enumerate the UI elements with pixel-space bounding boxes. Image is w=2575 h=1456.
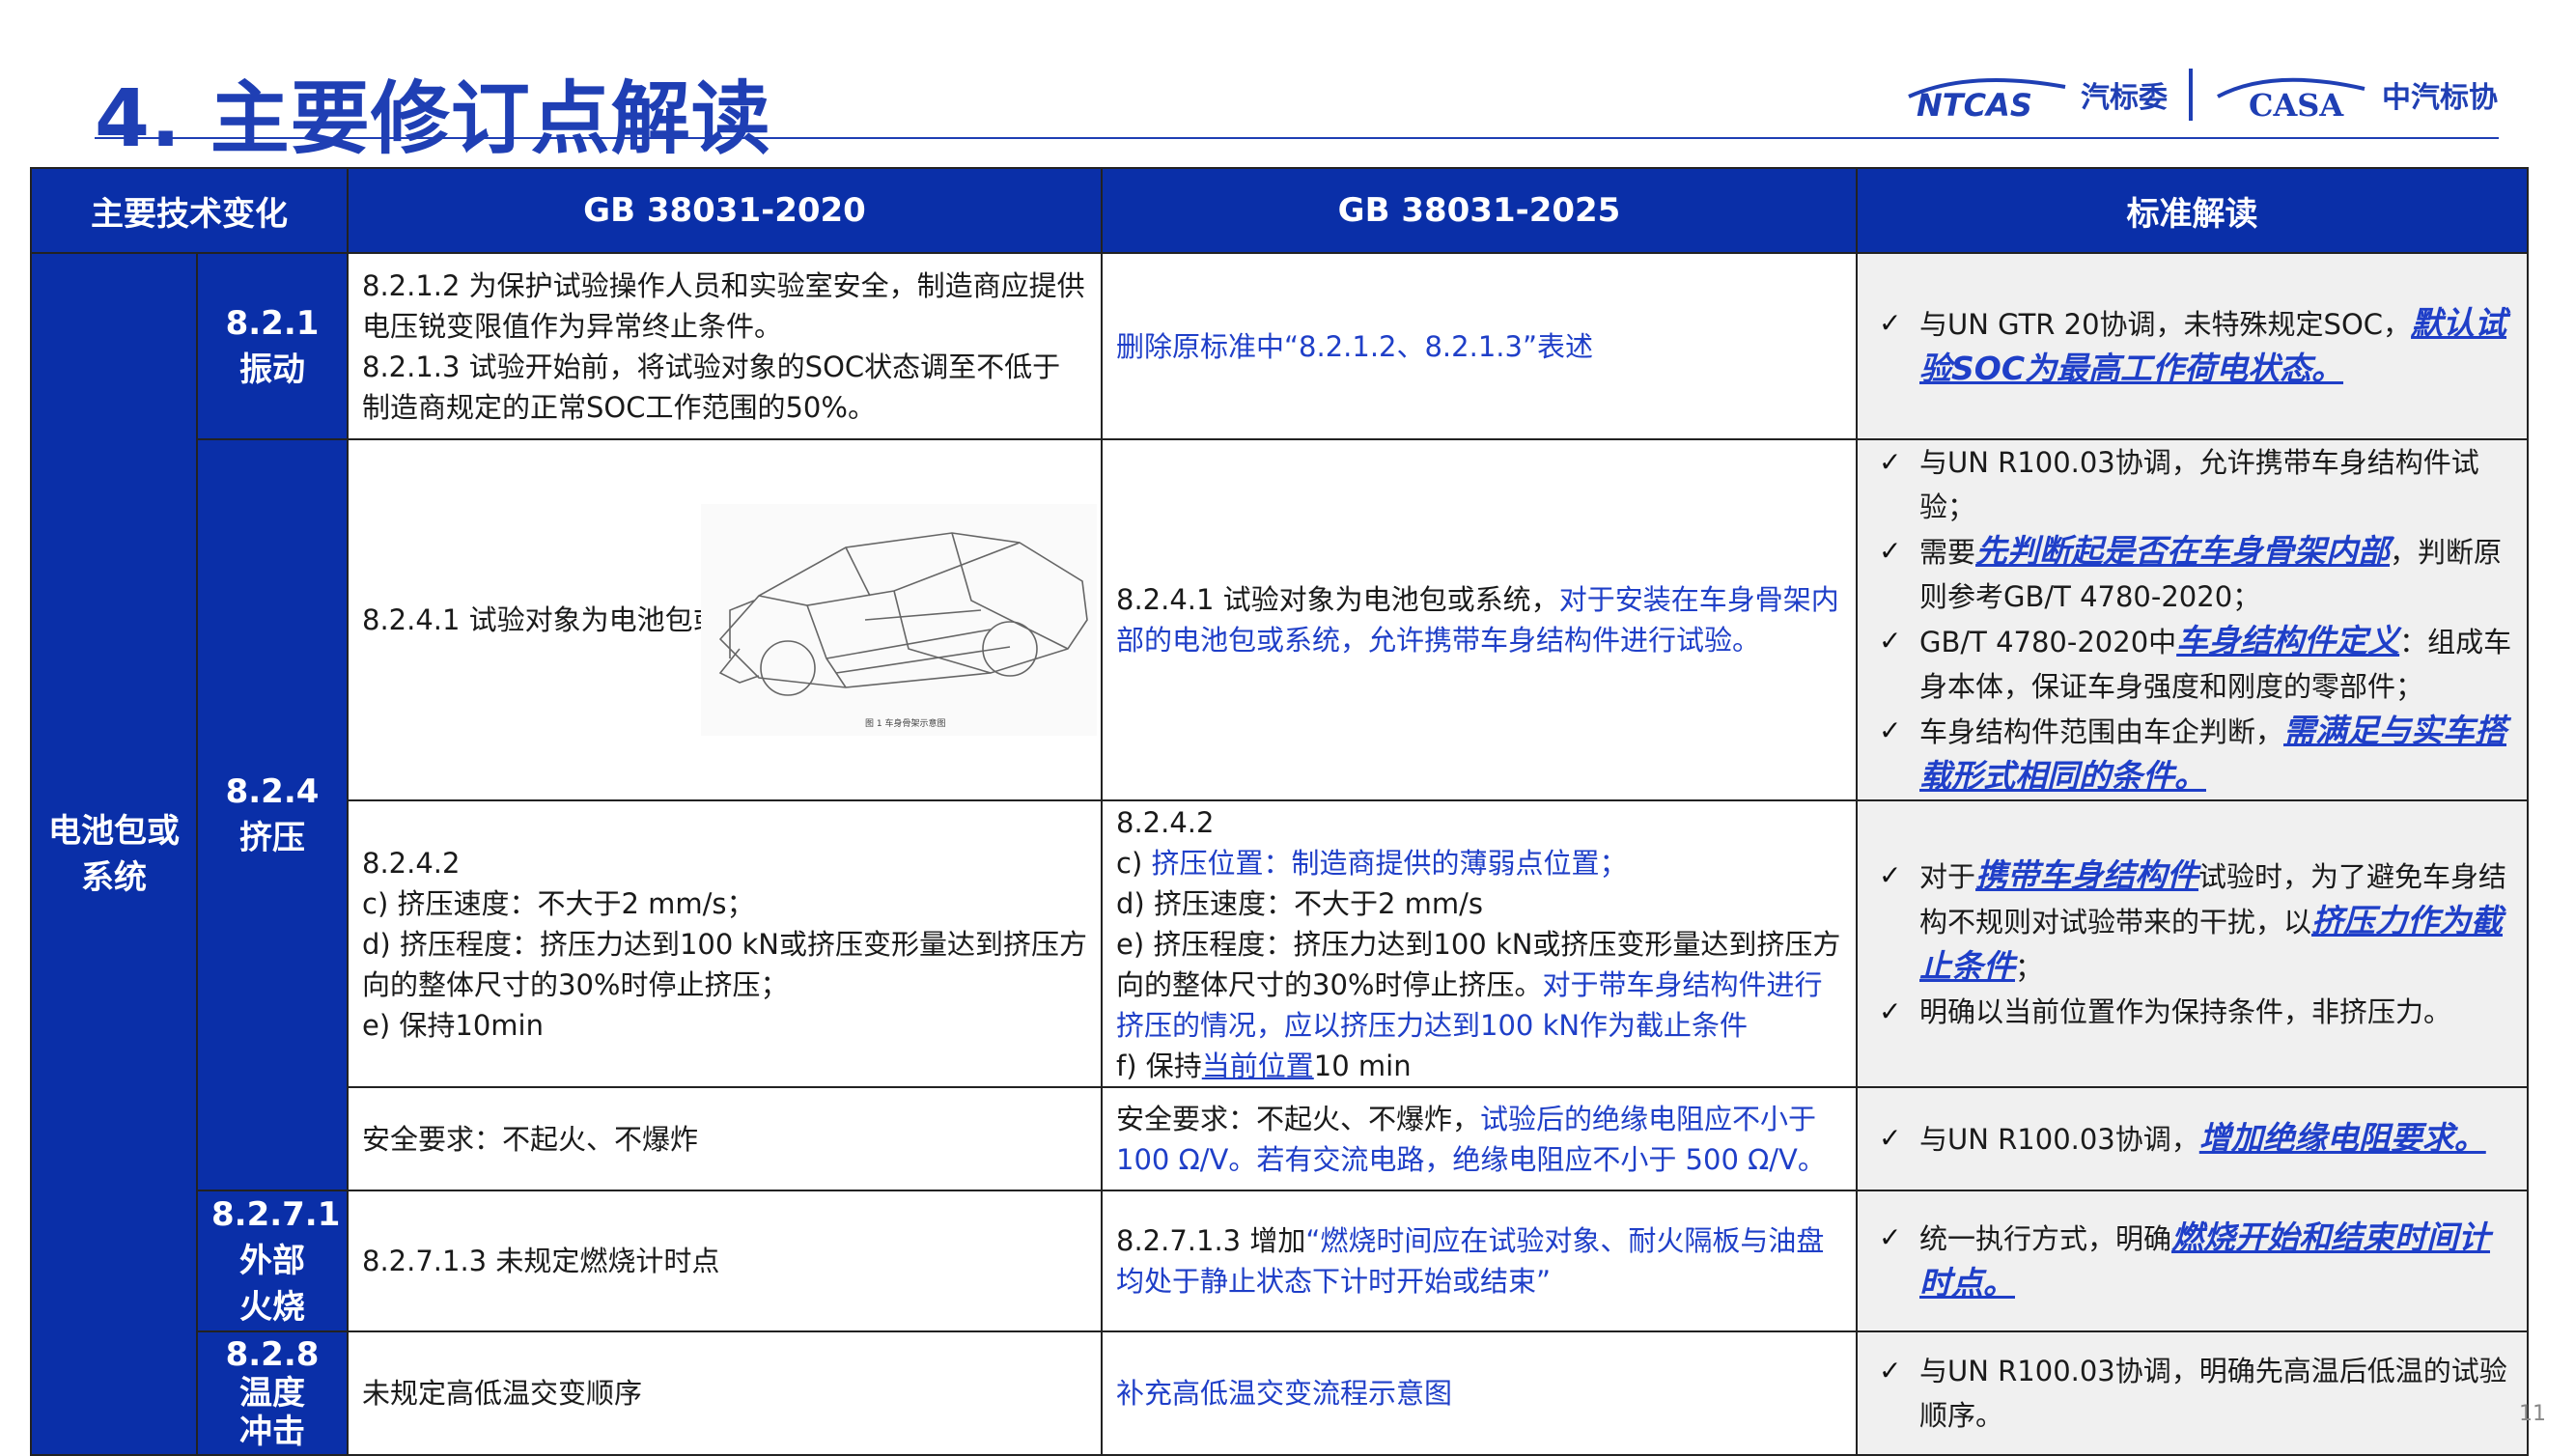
logo-divider [2189,69,2193,121]
new-text: 10 min [1313,1049,1412,1082]
new-text: 安全要求：不起火、不爆炸， [1116,1102,1481,1135]
old-text: 8.2.1.3 试验开始前，将试验对象的SOC状态调至不低于制造商规定的正常SO… [362,350,1061,424]
interp-item: 车身结构件范围由车企判断，需满足与实车搭载形式相同的条件。 [1879,709,2513,799]
section-crush: 8.2.4 挤压 [196,438,349,1191]
interp-text: 需要 [1919,536,1976,569]
table-header-row: 主要技术变化 GB 38031-2020 GB 38031-2025 标准解读 [30,167,2529,254]
header-tech-change: 主要技术变化 [30,167,349,254]
casa-logo: CASA [2214,68,2368,122]
old-text: 8.2.4.2 [362,846,461,880]
category-cell: 电池包或系统 [30,252,198,1456]
new-text-highlight: 补充高低温交变流程示意图 [1116,1377,1453,1410]
ntcas-logo: NTCAS [1903,68,2067,122]
old-cell-fire: 8.2.7.1.3 未规定燃烧计时点 [347,1190,1103,1332]
interp-item: 对于携带车身结构件试验时，为了避免车身结构不规则对试验带来的干扰，以挤压力作为截… [1879,854,2513,990]
new-cell-crush-params: 8.2.4.2 c) 挤压位置：制造商提供的薄弱点位置； d) 挤压速度：不大于… [1101,799,1858,1088]
interp-emphasis: 携带车身结构件 [1975,856,2199,894]
interp-item: 与UN GTR 20协调，未特殊规定SOC，默认试验SOC为最高工作荷电状态。 [1879,301,2513,392]
table-row: 安全要求：不起火、不爆炸 安全要求：不起火、不爆炸，试验后的绝缘电阻应不小于10… [31,1086,2529,1191]
interp-item: 明确以当前位置作为保持条件，非挤压力。 [1879,990,2513,1034]
table-row: 电池包或系统 8.2.1 振动 8.2.1.2 为保护试验操作人员和实验室安全，… [30,252,2529,1456]
old-text: 8.2.1.2 为保护试验操作人员和实验室安全，制造商应提供电压锐变限值作为异常… [362,268,1085,343]
new-text: f) 保持 [1116,1049,1202,1082]
old-cell-thermal: 未规定高低温交变顺序 [347,1330,1103,1456]
old-text: d) 挤压程度：挤压力达到100 kN或挤压变形量达到挤压方向的整体尺寸的30%… [362,927,1087,1001]
interp-emphasis: 先判断起是否在车身骨架内部 [1975,532,2391,570]
new-line: e) 挤压程度：挤压力达到100 kN或挤压变形量达到挤压方向的整体尺寸的30%… [1116,924,1842,1046]
new-text: c) [1116,846,1152,880]
interp-cell-crush-params: 对于携带车身结构件试验时，为了避免车身结构不规则对试验带来的干扰，以挤压力作为截… [1856,799,2529,1088]
interp-text: 与UN R100.03协调，允许携带车身结构件试验； [1919,446,2479,523]
old-text: e) 保持10min [362,1008,544,1042]
interp-item: 统一执行方式，明确燃烧开始和结束时间计时点。 [1879,1216,2513,1306]
ntcas-cn-label: 汽标委 [2081,81,2168,115]
title-underline [95,137,2499,139]
interp-emphasis: 车身结构件定义 [2176,622,2400,659]
interp-item: 与UN R100.03协调，允许携带车身结构件试验； [1879,440,2513,529]
interp-cell-safety: 与UN R100.03协调，增加绝缘电阻要求。 [1856,1086,2529,1191]
table-row: 8.2.8 温度 冲击 未规定高低温交变顺序 补充高低温交变流程示意图 与UN … [31,1330,2529,1456]
ntcas-logo-icon: NTCAS [1908,77,2066,122]
new-text: 8.2.4.2 [1116,805,1215,839]
new-text-highlight: 挤压位置：制造商提供的薄弱点位置； [1151,846,1628,880]
interp-item: 需要先判断起是否在车身骨架内部，判断原则参考GB/T 4780-2020； [1879,529,2513,619]
old-cell-crush-object: 8.2.4.1 试验对象为电池包或系统。 [347,438,1103,801]
header-gb-2025: GB 38031-2025 [1101,167,1858,254]
casa-logo-icon: CASA [2217,77,2365,122]
section-vibration: 8.2.1 振动 [196,252,349,440]
new-text-highlight: 当前位置 [1201,1049,1314,1082]
table-row: 8.2.4.2 c) 挤压速度：不大于2 mm/s； d) 挤压程度：挤压力达到… [31,799,2529,1088]
interp-text: 对于 [1919,860,1976,893]
new-line: c) 挤压位置：制造商提供的薄弱点位置； [1116,843,1842,883]
interp-item: 与UN R100.03协调，增加绝缘电阻要求。 [1879,1116,2513,1162]
new-text: 8.2.7.1.3 增加 [1116,1224,1306,1257]
old-cell-safety: 安全要求：不起火、不爆炸 [347,1086,1103,1191]
casa-logo-text: CASA [2249,87,2344,122]
old-text: c) 挤压速度：不大于2 mm/s； [362,886,755,920]
new-cell-fire: 8.2.7.1.3 增加“燃烧时间应在试验对象、耐火隔板与油盘均处于静止状态下计… [1101,1190,1858,1332]
new-text: 删除原标准中“8.2.1.2、8.2.1.3”表述 [1116,329,1593,363]
interp-cell-thermal: 与UN R100.03协调，明确先高温后低温的试验顺序。 [1856,1330,2529,1456]
table-row: 8.2.4 挤压 8.2.4.1 试验对象为电池包或系统。 [31,438,2529,1191]
interp-text: ； [2015,951,2044,984]
new-cell-safety: 安全要求：不起火、不爆炸，试验后的绝缘电阻应不小于100 Ω/V。若有交流电路，… [1101,1086,1858,1191]
table-row: 8.2.7.1 外部 火烧 8.2.7.1.3 未规定燃烧计时点 8.2.7.1… [31,1190,2529,1332]
interp-cell-fire: 统一执行方式，明确燃烧开始和结束时间计时点。 [1856,1190,2529,1332]
new-text: 8.2.4.1 试验对象为电池包或系统， [1116,583,1559,616]
section-thermal-shock: 8.2.8 温度 冲击 [196,1330,349,1456]
interp-cell-vibration: 与UN GTR 20协调，未特殊规定SOC，默认试验SOC为最高工作荷电状态。 [1856,252,2529,440]
interp-cell-crush-object: 与UN R100.03协调，允许携带车身结构件试验； 需要先判断起是否在车身骨架… [1856,438,2529,801]
car-body-frame-image: 图 1 车身骨架示意图 [701,504,1097,736]
interp-text: 与UN R100.03协调，明确先高温后低温的试验顺序。 [1919,1355,2507,1432]
revision-table: 主要技术变化 GB 38031-2020 GB 38031-2025 标准解读 … [30,167,2529,1456]
figure-caption: 图 1 车身骨架示意图 [865,717,945,729]
header-gb-2020: GB 38031-2020 [347,167,1103,254]
page-title: 4. 主要修订点解读 [95,73,771,165]
interp-text: 与UN R100.03协调， [1919,1123,2199,1156]
page-number: 11 [2519,1402,2546,1426]
ntcas-logo-text: NTCAS [1917,87,2032,122]
interp-text: 与UN GTR 20协调，未特殊规定SOC， [1919,307,2412,341]
casa-cn-label: 中汽标协 [2382,81,2498,115]
new-cell-crush-object: 8.2.4.1 试验对象为电池包或系统，对于安装在车身骨架内部的电池包或系统，允… [1101,438,1858,801]
section-external-fire: 8.2.7.1 外部 火烧 [196,1190,349,1332]
logo-group: NTCAS 汽标委 CASA 中汽标协 [1903,56,2498,133]
header-interpretation: 标准解读 [1856,167,2529,254]
interp-text: 明确以当前位置作为保持条件，非挤压力。 [1919,995,2452,1028]
interp-text: GB/T 4780-2020中 [1919,626,2177,658]
new-cell-vibration: 删除原标准中“8.2.1.2、8.2.1.3”表述 [1101,252,1858,440]
new-cell-thermal: 补充高低温交变流程示意图 [1101,1330,1858,1456]
old-cell-crush-params: 8.2.4.2 c) 挤压速度：不大于2 mm/s； d) 挤压程度：挤压力达到… [347,799,1103,1088]
interp-text: 统一执行方式，明确 [1919,1222,2172,1255]
old-text: 8.2.4.1 试验对象为电池包或系统。 [362,603,701,636]
interp-item: GB/T 4780-2020中车身结构件定义：组成车身本体，保证车身强度和刚度的… [1879,619,2513,709]
interp-text: 车身结构件范围由车企判断， [1919,715,2284,748]
interp-item: 与UN R100.03协调，明确先高温后低温的试验顺序。 [1879,1349,2513,1438]
old-cell-vibration: 8.2.1.2 为保护试验操作人员和实验室安全，制造商应提供电压锐变限值作为异常… [347,252,1103,440]
interp-emphasis: 增加绝缘电阻要求。 [2198,1119,2486,1157]
new-text: d) 挤压速度：不大于2 mm/s [1116,886,1483,920]
new-line: f) 保持当前位置10 min [1116,1046,1842,1086]
